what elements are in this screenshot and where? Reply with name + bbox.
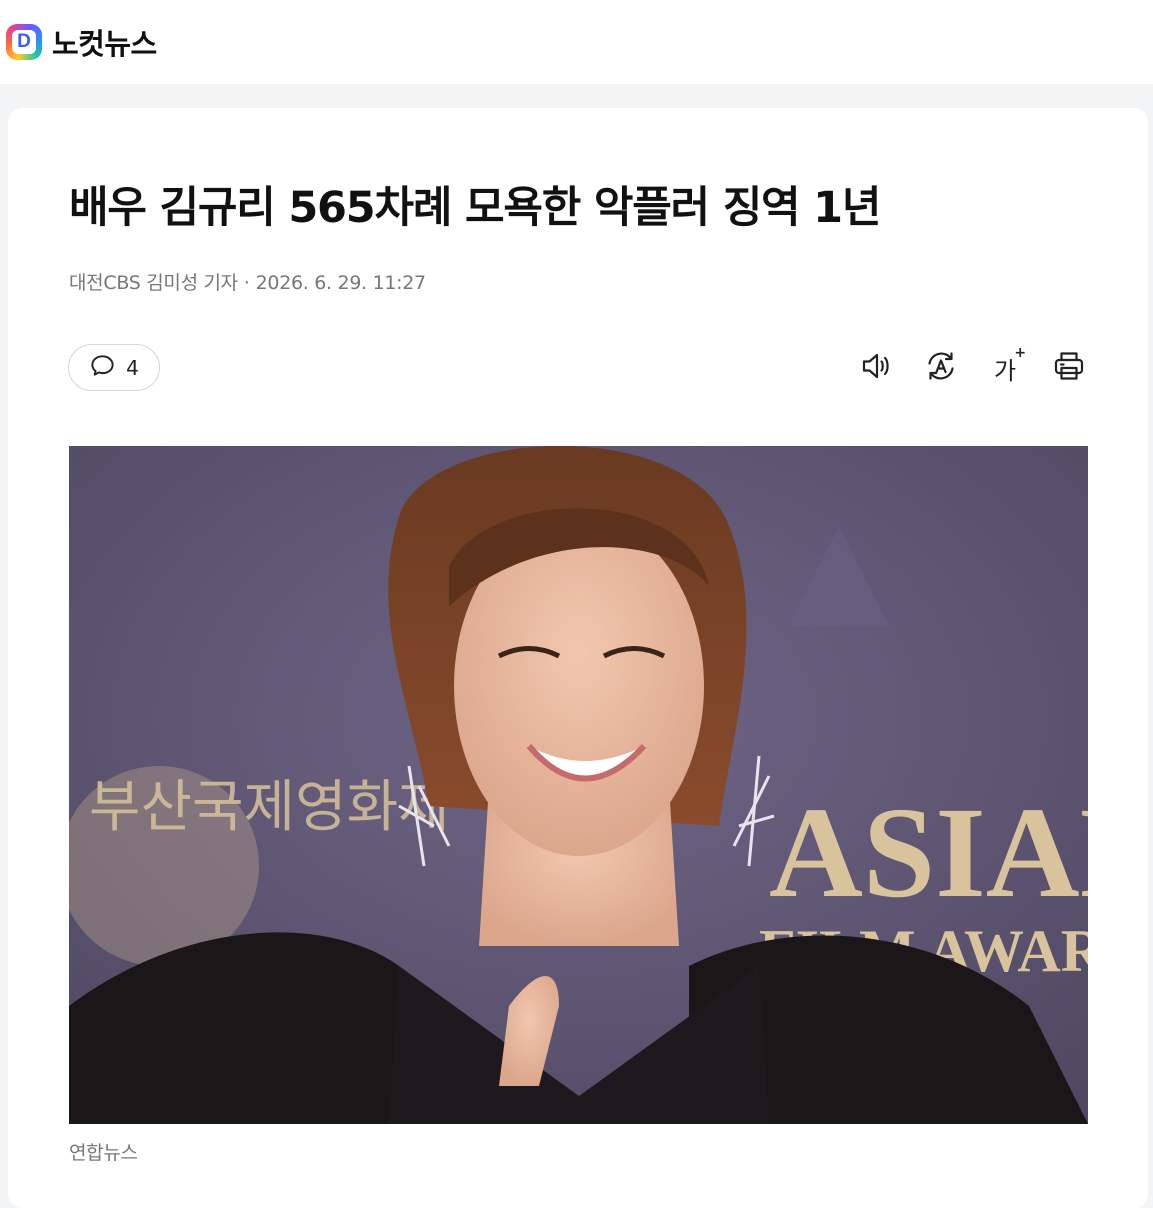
speaker-icon: [859, 348, 895, 388]
backdrop-asian-text: ASIAN: [769, 781, 1088, 925]
article-toolbar: 가 +: [858, 345, 1088, 388]
photo-caption: 연합뉴스: [69, 1142, 138, 1164]
backdrop-left-text: 부산국제영화제: [89, 775, 450, 840]
font-size-label: 가: [993, 356, 1017, 385]
translate-icon: [923, 348, 959, 388]
comment-button[interactable]: 4: [68, 344, 160, 391]
font-size-icon: 가 +: [993, 345, 1026, 386]
article-byline: 대전CBS 김미성 기자 · 2026. 6. 29. 11:27: [69, 268, 426, 295]
listen-button[interactable]: [858, 349, 896, 387]
font-size-button[interactable]: 가 +: [986, 345, 1026, 387]
byline-separator: ·: [243, 272, 250, 294]
article-title: 배우 김규리 565차례 모욕한 악플러 징역 1년: [69, 183, 881, 233]
article-photo[interactable]: 부산국제영화제 ASIAN FILM AWARD: [69, 446, 1088, 1124]
top-bar: D 노컷뉴스: [0, 0, 1153, 84]
reporter-name: 대전CBS 김미성 기자: [69, 272, 238, 294]
brand-name[interactable]: 노컷뉴스: [52, 21, 157, 63]
font-size-plus: +: [1014, 344, 1027, 361]
comment-bubble-icon: [89, 352, 116, 383]
publish-datetime: 2026. 6. 29. 11:27: [255, 272, 427, 294]
logo-letter: D: [12, 30, 36, 54]
comment-count: 4: [126, 355, 139, 380]
print-icon: [1051, 348, 1087, 388]
daum-logo-icon[interactable]: D: [6, 24, 42, 60]
translate-button[interactable]: [922, 349, 960, 387]
print-button[interactable]: [1050, 349, 1088, 387]
